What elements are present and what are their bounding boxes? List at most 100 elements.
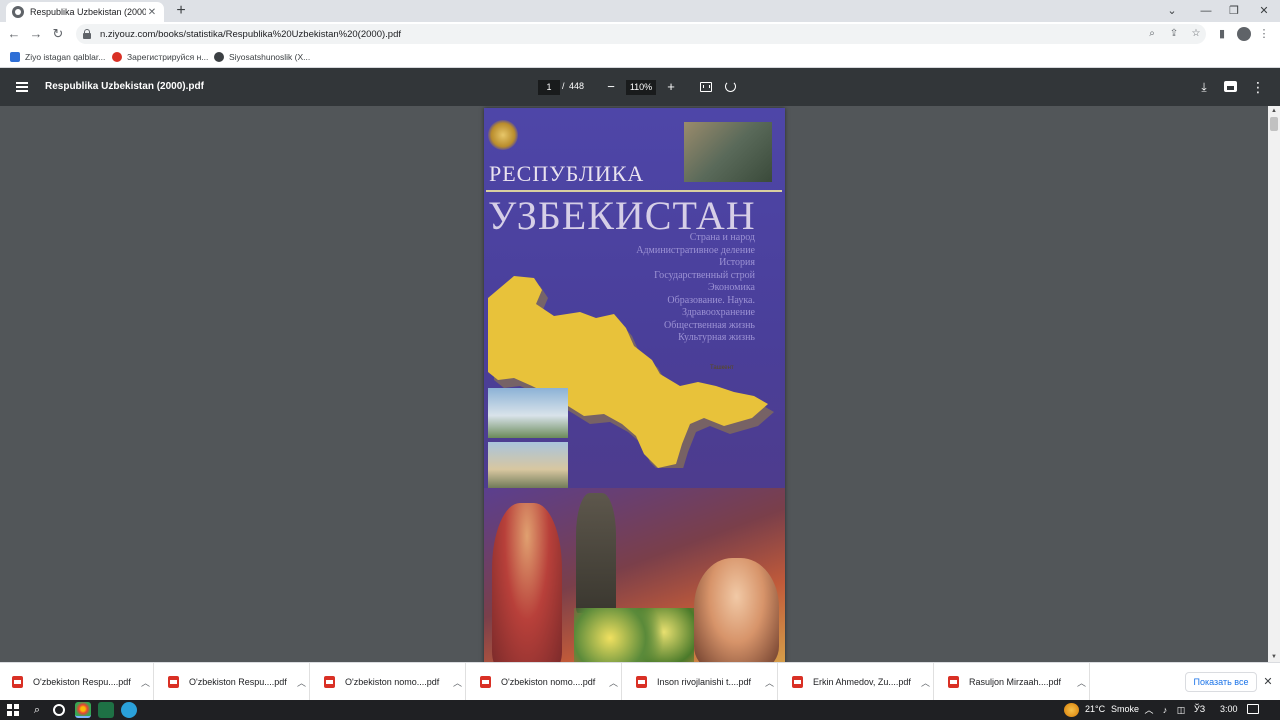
download-name: Rasuljon Mirzaah....pdf: [969, 677, 1062, 687]
reload-button[interactable]: ↻: [48, 24, 68, 44]
bookmark-item[interactable]: Ziyo istagan qalblar...: [10, 50, 105, 64]
bookmark-favicon-icon: [10, 52, 20, 62]
download-icon[interactable]: ⤓: [1197, 80, 1211, 94]
page-separator: /: [562, 81, 565, 91]
download-item[interactable]: O'zbekiston nomo....pdf ︿: [312, 663, 466, 701]
zoom-input[interactable]: 110%: [626, 80, 656, 95]
vertical-scrollbar[interactable]: ▲ ▼: [1268, 106, 1280, 662]
more-options-icon[interactable]: ⋮: [1251, 79, 1265, 95]
cover-photo: [488, 442, 568, 492]
chrome-icon[interactable]: [75, 702, 91, 718]
chevron-down-icon[interactable]: ⌄: [1154, 0, 1190, 22]
speaker-icon[interactable]: ♪: [1158, 703, 1172, 717]
chevron-up-icon[interactable]: ︿: [453, 676, 462, 689]
chevron-up-icon[interactable]: ︿: [765, 676, 774, 689]
browser-menu-icon[interactable]: ⋮: [1255, 25, 1273, 43]
download-item[interactable]: Inson rivojlanishi t....pdf ︿: [624, 663, 778, 701]
language-indicator[interactable]: ЎЗ: [1194, 704, 1205, 714]
pdf-file-icon: [792, 676, 803, 688]
cover-subtitle: РЕСПУБЛИКА: [489, 161, 645, 186]
bookmark-star-icon[interactable]: ☆: [1188, 26, 1204, 42]
pdf-toolbar: Respublika Uzbekistan (2000).pdf 1 / 448…: [0, 68, 1280, 106]
taskbar: ⌕ 21°C Smoke ︿ ♪ ◫ ЎЗ 3:00: [0, 700, 1280, 720]
globe-icon: [214, 52, 224, 62]
zoom-icon[interactable]: ⌕: [1144, 26, 1160, 42]
bookmark-label: Ziyo istagan qalblar...: [25, 52, 106, 62]
print-icon[interactable]: [1224, 81, 1237, 92]
zoom-out-button[interactable]: −: [602, 78, 620, 96]
network-icon[interactable]: ◫: [1174, 703, 1188, 717]
side-panel-icon[interactable]: ▮: [1213, 25, 1231, 43]
heart-icon: [112, 52, 122, 62]
download-name: O'zbekiston nomo....pdf: [345, 677, 440, 687]
bookmark-item[interactable]: Siyosatshunoslik (X...: [214, 50, 310, 64]
shelf-close-button[interactable]: ✕: [1261, 673, 1275, 691]
chevron-up-icon[interactable]: ︿: [921, 676, 930, 689]
pdf-title: Respublika Uzbekistan (2000).pdf: [45, 81, 204, 92]
tab-title: Respublika Uzbekistan (2000).pdf: [30, 7, 146, 17]
download-item[interactable]: O'zbekiston Respu....pdf ︿: [156, 663, 310, 701]
download-name: O'zbekiston Respu....pdf: [33, 677, 131, 687]
search-icon[interactable]: ⌕: [30, 703, 44, 717]
menu-icon[interactable]: [16, 82, 28, 92]
download-name: O'zbekiston Respu....pdf: [189, 677, 287, 687]
tab-strip: Respublika Uzbekistan (2000).pdf ✕ + ⌄ —…: [0, 0, 1280, 22]
zoom-in-button[interactable]: +: [662, 78, 680, 96]
pdf-file-icon: [324, 676, 335, 688]
map-land: [488, 276, 768, 468]
task-view-icon[interactable]: [53, 704, 65, 716]
download-item[interactable]: O'zbekiston nomo....pdf ︿: [468, 663, 622, 701]
girl-figure: [694, 558, 779, 662]
download-item[interactable]: O'zbekiston Respu....pdf ︿: [0, 663, 154, 701]
weather-icon[interactable]: [1064, 703, 1079, 717]
bookmark-item[interactable]: Зарегистрируйся н...: [112, 50, 208, 64]
telegram-icon[interactable]: [121, 702, 137, 718]
pdf-page: РЕСПУБЛИКА УЗБЕКИСТАН Страна и народ Адм…: [484, 108, 785, 662]
pdf-file-icon: [12, 676, 23, 688]
show-all-button[interactable]: Показать все: [1185, 672, 1257, 692]
profile-avatar[interactable]: [1237, 27, 1251, 41]
globe-icon: [12, 6, 24, 18]
download-item[interactable]: Rasuljon Mirzaah....pdf ︿: [936, 663, 1090, 701]
weather-label: Smoke: [1111, 704, 1140, 714]
forward-button[interactable]: →: [26, 24, 46, 44]
excel-icon[interactable]: [98, 702, 114, 718]
url-text: n.ziyouz.com/books/statistika/Respublika…: [100, 28, 401, 40]
statue-figure: [576, 493, 616, 613]
browser-toolbar: ← → ↻ n.ziyouz.com/books/statistika/Resp…: [0, 22, 1280, 46]
bookmark-label: Зарегистрируйся н...: [127, 52, 209, 62]
chevron-up-icon[interactable]: ︿: [141, 676, 150, 689]
windows-start-icon[interactable]: [7, 704, 19, 716]
scroll-down-arrow[interactable]: ▼: [1268, 652, 1280, 662]
back-button[interactable]: ←: [4, 24, 24, 44]
notifications-icon[interactable]: [1247, 704, 1259, 714]
download-name: O'zbekiston nomo....pdf: [501, 677, 596, 687]
chevron-up-icon[interactable]: ︿: [1142, 703, 1156, 717]
rotate-icon[interactable]: [725, 81, 736, 92]
chevron-up-icon[interactable]: ︿: [297, 676, 306, 689]
fit-page-icon[interactable]: [700, 82, 712, 92]
pdf-viewer[interactable]: РЕСПУБЛИКА УЗБЕКИСТАН Страна и народ Адм…: [0, 106, 1268, 662]
lock-icon[interactable]: [82, 29, 92, 39]
emblem-icon: [488, 120, 518, 150]
dancer-figure: [492, 503, 562, 662]
chevron-up-icon[interactable]: ︿: [609, 676, 618, 689]
address-bar[interactable]: n.ziyouz.com/books/statistika/Respublika…: [76, 24, 1206, 44]
scroll-up-arrow[interactable]: ▲: [1268, 106, 1280, 116]
contents-item: Страна и народ: [689, 232, 755, 243]
page-number-input[interactable]: 1: [538, 80, 560, 95]
scroll-thumb[interactable]: [1270, 117, 1278, 131]
share-icon[interactable]: ⇪: [1166, 26, 1182, 42]
temperature: 21°C: [1085, 704, 1106, 714]
uzbekistan-map: [488, 276, 774, 468]
pdf-file-icon: [636, 676, 647, 688]
chevron-up-icon[interactable]: ︿: [1077, 676, 1086, 689]
new-tab-button[interactable]: +: [172, 2, 190, 20]
download-item[interactable]: Erkin Ahmedov, Zu....pdf ︿: [780, 663, 934, 701]
download-name: Erkin Ahmedov, Zu....pdf: [813, 677, 911, 687]
window-close-button[interactable]: ✕: [1246, 0, 1280, 22]
tab-active[interactable]: Respublika Uzbekistan (2000).pdf ✕: [6, 2, 164, 22]
clock[interactable]: 3:00: [1220, 704, 1238, 714]
tab-close-button[interactable]: ✕: [146, 7, 158, 18]
bookmark-label: Siyosatshunoslik (X...: [229, 52, 311, 62]
